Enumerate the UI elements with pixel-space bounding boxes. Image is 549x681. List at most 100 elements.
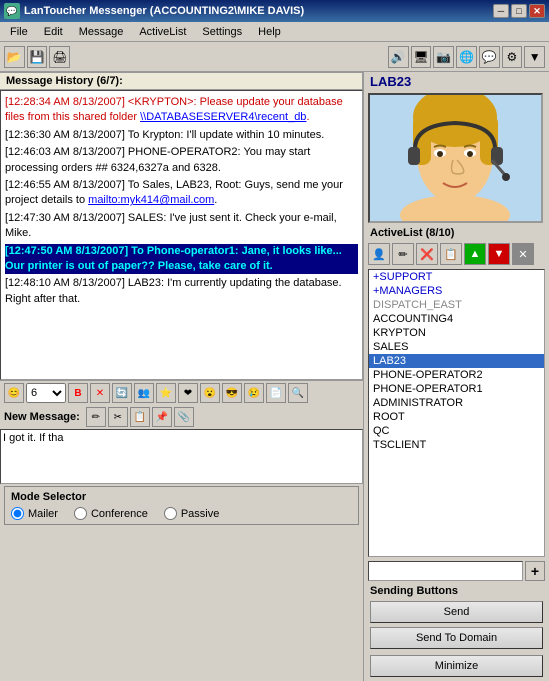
sending-buttons-label: Sending Buttons [364,583,549,599]
activelist-header: ActiveList (8/10) [364,225,549,241]
app-icon: 💬 [4,3,20,19]
bottom-toolbar: 😊 678910 B ✕ 🔄 👥 ⭐ ❤ 😮 😎 😢 📄 🔍 [0,380,363,405]
msg-line-4: [12:46:55 AM 8/13/2007] To Sales, LAB23,… [5,178,358,209]
font-size-select[interactable]: 678910 [26,383,66,403]
cut-icon[interactable]: ✂ [108,407,128,427]
al-item-qc[interactable]: QC [369,424,544,438]
al-btn-green-up[interactable]: ▲ [464,243,486,265]
close-window-button[interactable]: ✕ [529,4,545,18]
minimize-button[interactable]: Minimize [370,655,543,677]
msg-link-1[interactable]: \\DATABASESERVER4\recent_db [140,111,306,123]
reload-button[interactable]: 🔄 [112,383,132,403]
al-btn-gray-x[interactable]: ✕ [512,243,534,265]
send-button[interactable]: Send [370,601,543,623]
group-button[interactable]: 👥 [134,383,154,403]
monitor-icon[interactable]: 🖥 [411,46,432,68]
al-item-phone-op1[interactable]: PHONE-OPERATOR1 [369,382,544,396]
new-message-label: New Message: [4,411,80,423]
mode-passive[interactable]: Passive [164,507,220,520]
chat-icon[interactable]: 💬 [479,46,500,68]
right-panel: LAB23 [364,72,549,681]
search-toolbar-button[interactable]: 🔍 [288,383,308,403]
clear-button[interactable]: ✕ [90,383,110,403]
message-input[interactable]: I got it. If tha [0,429,363,484]
al-item-root[interactable]: ROOT [369,410,544,424]
menu-message[interactable]: Message [71,24,132,40]
print-button[interactable]: 🖨 [49,46,70,68]
settings-icon[interactable]: ⚙ [502,46,523,68]
al-item-krypton[interactable]: KRYPTON [369,326,544,340]
camera-icon[interactable]: 📷 [433,46,454,68]
heart-button[interactable]: ❤ [178,383,198,403]
menu-edit[interactable]: Edit [36,24,71,40]
al-item-dispatch[interactable]: DISPATCH_EAST [369,298,544,312]
al-item-tsclient[interactable]: TSCLIENT [369,438,544,452]
mode-mailer[interactable]: Mailer [11,507,58,520]
bold-button[interactable]: B [68,383,88,403]
al-btn-1[interactable]: 👤 [368,243,390,265]
minimize-window-button[interactable]: ─ [493,4,509,18]
page-button[interactable]: 📄 [266,383,286,403]
speaker-icon[interactable]: 🔊 [388,46,409,68]
face4-button[interactable]: 😢 [244,383,264,403]
save-button[interactable]: 💾 [27,46,48,68]
al-btn-3[interactable]: ❌ [416,243,438,265]
message-history-header: Message History (6/7): [0,72,363,90]
search-input[interactable] [368,561,523,581]
attach-icon[interactable]: 📎 [174,407,194,427]
activelist[interactable]: +SUPPORT +MANAGERS DISPATCH_EAST ACCOUNT… [368,269,545,557]
send-to-domain-button[interactable]: Send To Domain [370,627,543,649]
menu-settings[interactable]: Settings [194,24,250,40]
window-title: LanToucher Messenger (ACCOUNTING2\MIKE D… [24,5,304,17]
copy-icon[interactable]: 📋 [130,407,150,427]
mode-selector: Mode Selector Mailer Conference Passive [4,486,359,525]
al-item-support[interactable]: +SUPPORT [369,270,544,284]
main-content: Message History (6/7): [12:28:34 AM 8/13… [0,72,549,681]
mode-selector-title: Mode Selector [11,491,352,503]
mode-conference-radio[interactable] [74,507,87,520]
edit-icon[interactable]: ✏ [86,407,106,427]
mode-conference[interactable]: Conference [74,507,148,520]
msg-line-1: [12:28:34 AM 8/13/2007] <KRYPTON>: Pleas… [5,95,358,126]
al-item-sales[interactable]: SALES [369,340,544,354]
emoji-button[interactable]: 😊 [4,383,24,403]
mode-mailer-radio[interactable] [11,507,24,520]
msg-line-2: [12:36:30 AM 8/13/2007] To Krypton: I'll… [5,128,358,143]
al-item-lab23[interactable]: LAB23 [369,354,544,368]
menu-file[interactable]: File [2,24,36,40]
al-btn-2[interactable]: ✏ [392,243,414,265]
dropdown-arrow[interactable]: ▼ [524,46,545,68]
msg-link-2[interactable]: mailto:myk414@mail.com [88,194,214,206]
mode-passive-radio[interactable] [164,507,177,520]
menu-help[interactable]: Help [250,24,289,40]
add-button[interactable]: + [525,561,545,581]
al-item-admin[interactable]: ADMINISTRATOR [369,396,544,410]
message-history[interactable]: [12:28:34 AM 8/13/2007] <KRYPTON>: Pleas… [0,90,363,380]
msg-line-7: [12:48:10 AM 8/13/2007] LAB23: I'm curre… [5,276,358,307]
search-row: + [364,559,549,583]
al-item-managers[interactable]: +MANAGERS [369,284,544,298]
left-panel: Message History (6/7): [12:28:34 AM 8/13… [0,72,364,681]
user-avatar [368,93,543,223]
network-icon[interactable]: 🌐 [456,46,477,68]
face2-button[interactable]: 😮 [200,383,220,403]
new-message-row: New Message: ✏ ✂ 📋 📌 📎 [0,405,363,429]
msg-line-6: [12:47:50 AM 8/13/2007] To Phone-operato… [5,244,358,275]
al-btn-red-down[interactable]: ▼ [488,243,510,265]
maximize-window-button[interactable]: □ [511,4,527,18]
menu-activelist[interactable]: ActiveList [131,24,194,40]
al-btn-4[interactable]: 📋 [440,243,462,265]
open-button[interactable]: 📂 [4,46,25,68]
main-toolbar: 📂 💾 🖨 🔊 🖥 📷 🌐 💬 ⚙ ▼ [0,42,549,72]
al-item-phone-op2[interactable]: PHONE-OPERATOR2 [369,368,544,382]
msg-line-5: [12:47:30 AM 8/13/2007] SALES: I've just… [5,211,358,242]
paste-icon[interactable]: 📌 [152,407,172,427]
msg-line-3: [12:46:03 AM 8/13/2007] PHONE-OPERATOR2:… [5,145,358,176]
al-item-accounting4[interactable]: ACCOUNTING4 [369,312,544,326]
menu-bar: File Edit Message ActiveList Settings He… [0,22,549,42]
star-button[interactable]: ⭐ [156,383,176,403]
activelist-toolbar: 👤 ✏ ❌ 📋 ▲ ▼ ✕ [364,241,549,267]
mode-options: Mailer Conference Passive [11,507,352,520]
user-label: LAB23 [364,72,549,91]
face3-button[interactable]: 😎 [222,383,242,403]
